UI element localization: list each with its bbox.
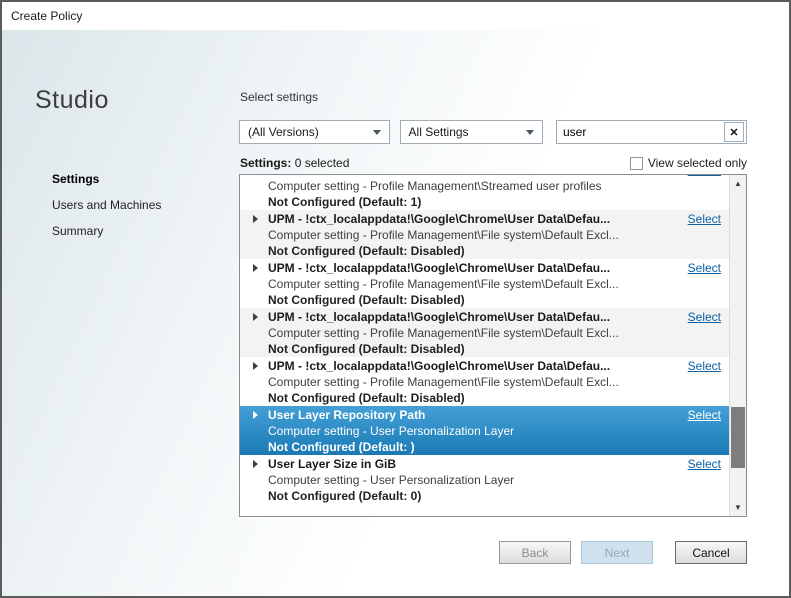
selection-summary-row: Settings: 0 selected View selected only — [240, 156, 747, 170]
search-input[interactable] — [557, 121, 724, 143]
expand-arrow-icon[interactable] — [253, 215, 258, 223]
expand-arrow-icon[interactable] — [253, 313, 258, 321]
sidebar-item-users-and-machines[interactable]: Users and Machines — [2, 192, 239, 218]
setting-title: UPM - !ctx_localappdata!\Google\Chrome\U… — [268, 261, 610, 275]
setting-status: Not Configured (Default: Disabled) — [268, 390, 721, 406]
chevron-down-icon — [373, 130, 381, 135]
scroll-up-button[interactable]: ▲ — [730, 175, 746, 192]
setting-path: Computer setting - Profile Management\Fi… — [268, 374, 721, 390]
chevron-down-icon — [526, 130, 534, 135]
settings-list: Select Computer setting - Profile Manage… — [239, 174, 747, 517]
setting-row[interactable]: UPM - !ctx_localappdata!\Google\Chrome\U… — [240, 357, 729, 406]
setting-row[interactable]: UPM - !ctx_localappdata!\Google\Chrome\U… — [240, 308, 729, 357]
scrollbar-track[interactable] — [730, 192, 746, 499]
settings-selected-count: Settings: 0 selected — [240, 156, 349, 170]
setting-status: Not Configured (Default: 0) — [268, 488, 721, 504]
main-panel: Select settings (All Versions) All Setti… — [239, 30, 747, 596]
setting-status: Not Configured (Default: Disabled) — [268, 292, 721, 308]
setting-path: Computer setting - User Personalization … — [268, 472, 721, 488]
expand-arrow-icon[interactable] — [253, 460, 258, 468]
settings-category-dropdown[interactable]: All Settings — [400, 120, 543, 144]
setting-row[interactable]: UPM - !ctx_localappdata!\Google\Chrome\U… — [240, 210, 729, 259]
expand-arrow-icon[interactable] — [253, 362, 258, 370]
cancel-button[interactable]: Cancel — [675, 541, 747, 564]
back-button[interactable]: Back — [499, 541, 571, 564]
setting-path: Computer setting - Profile Management\Fi… — [268, 227, 721, 243]
scroll-down-button[interactable]: ▼ — [730, 499, 746, 516]
select-link[interactable]: Select — [688, 261, 721, 275]
window-title: Create Policy — [11, 9, 82, 23]
select-link[interactable]: Select — [688, 175, 721, 177]
setting-title: UPM - !ctx_localappdata!\Google\Chrome\U… — [268, 310, 610, 324]
version-dropdown[interactable]: (All Versions) — [239, 120, 390, 144]
setting-title: User Layer Repository Path — [268, 408, 425, 422]
sidebar-item-settings[interactable]: Settings — [2, 166, 239, 192]
setting-status: Not Configured (Default: 1) — [268, 194, 721, 210]
view-selected-only-label: View selected only — [648, 156, 747, 170]
expand-arrow-icon[interactable] — [253, 264, 258, 272]
expand-arrow-icon[interactable] — [253, 411, 258, 419]
settings-dropdown-value: All Settings — [409, 125, 469, 139]
sidebar: Studio Settings Users and Machines Summa… — [2, 30, 239, 596]
dialog-body: Studio Settings Users and Machines Summa… — [2, 30, 789, 596]
setting-status: Not Configured (Default: Disabled) — [268, 243, 721, 259]
setting-path: Computer setting - Profile Management\St… — [268, 178, 721, 194]
setting-row[interactable]: Select Computer setting - Profile Manage… — [240, 175, 729, 210]
setting-status: Not Configured (Default: Disabled) — [268, 341, 721, 357]
window-titlebar[interactable]: Create Policy — [2, 2, 789, 30]
select-link[interactable]: Select — [688, 457, 721, 471]
create-policy-dialog: Create Policy Studio Settings Users and … — [0, 0, 791, 598]
setting-title: UPM - !ctx_localappdata!\Google\Chrome\U… — [268, 359, 610, 373]
setting-row[interactable]: UPM - !ctx_localappdata!\Google\Chrome\U… — [240, 259, 729, 308]
scrollbar: ▲ ▼ — [729, 175, 746, 516]
setting-status: Not Configured (Default: ) — [268, 439, 721, 455]
studio-logo: Studio — [35, 86, 109, 115]
setting-row[interactable]: User Layer Size in GiB Select Computer s… — [240, 455, 729, 504]
page-title: Select settings — [240, 90, 318, 104]
sidebar-item-summary[interactable]: Summary — [2, 218, 239, 244]
next-button[interactable]: Next — [581, 541, 653, 564]
setting-title: UPM - !ctx_localappdata!\Google\Chrome\U… — [268, 212, 610, 226]
search-box: ✕ — [556, 120, 747, 144]
view-selected-only-checkbox[interactable] — [630, 157, 643, 170]
version-dropdown-value: (All Versions) — [248, 125, 319, 139]
setting-path: Computer setting - Profile Management\Fi… — [268, 325, 721, 341]
scrollbar-thumb[interactable] — [731, 407, 745, 468]
wizard-steps: Settings Users and Machines Summary — [2, 166, 239, 244]
select-link[interactable]: Select — [688, 212, 721, 226]
clear-search-icon[interactable]: ✕ — [724, 122, 744, 142]
view-selected-only: View selected only — [630, 156, 747, 170]
setting-path: Computer setting - User Personalization … — [268, 423, 721, 439]
select-link[interactable]: Select — [688, 310, 721, 324]
filter-bar: (All Versions) All Settings ✕ — [239, 120, 747, 144]
settings-list-viewport: Select Computer setting - Profile Manage… — [240, 175, 729, 516]
select-link[interactable]: Select — [688, 408, 721, 422]
setting-title: User Layer Size in GiB — [268, 457, 396, 471]
select-link[interactable]: Select — [688, 359, 721, 373]
wizard-footer: Back Next Cancel — [239, 541, 747, 564]
setting-path: Computer setting - Profile Management\Fi… — [268, 276, 721, 292]
setting-row-selected[interactable]: User Layer Repository Path Select Comput… — [240, 406, 729, 455]
